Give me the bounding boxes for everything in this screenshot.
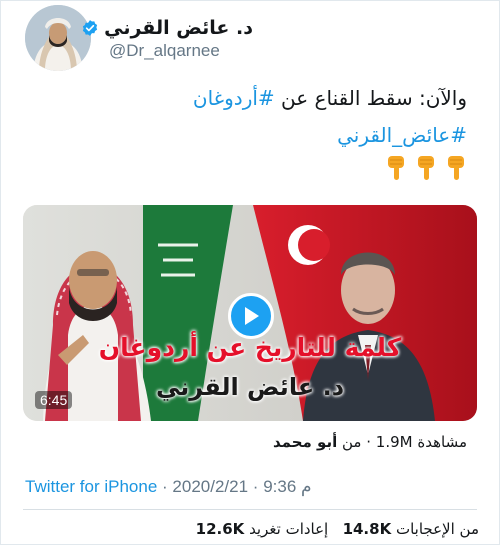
- backhand-index-pointing-down-icon: [418, 156, 434, 180]
- verified-badge-icon: [83, 20, 98, 36]
- divider: [23, 509, 477, 510]
- tweet-date[interactable]: 2020/2/21: [172, 477, 248, 496]
- play-icon: [245, 307, 259, 325]
- emoji-row: [385, 154, 467, 182]
- tweet-text-line-1: والآن: سقط القناع عن #أردوغان: [193, 86, 467, 110]
- tweet-card: د. عائض القرني @Dr_alqarnee والآن: سقط ا…: [0, 0, 500, 545]
- video-duration: 6:45: [35, 391, 73, 409]
- separator-dot: ·: [252, 477, 259, 496]
- likes-label: من الإعجابات: [395, 520, 479, 538]
- display-name[interactable]: د. عائض القرني: [104, 17, 253, 39]
- tweet-time[interactable]: 9:36 م: [263, 477, 311, 496]
- tweet-text-line-2: #عائض_القرني: [337, 123, 467, 147]
- separator-dot: ·: [162, 477, 168, 496]
- likes-count: 14.8K: [342, 520, 392, 538]
- source-link[interactable]: Twitter for iPhone: [25, 477, 157, 496]
- video-caption-name: د. عائض القرني: [155, 373, 345, 401]
- video-player[interactable]: كلمة للتاريخ عن أردوغان د. عائض القرني 6…: [23, 205, 477, 421]
- views-line: مشاهدة 1.9M · من أبو محمد: [273, 433, 467, 451]
- hashtag-link[interactable]: #عائض_القرني: [337, 123, 467, 147]
- backhand-index-pointing-down-icon: [388, 156, 404, 180]
- retweets-count: 12.6K: [195, 520, 245, 538]
- from-label: · من: [342, 433, 372, 451]
- retweets-label: إعادات تغريد: [249, 520, 329, 538]
- hashtag-link[interactable]: #أردوغان: [193, 86, 275, 110]
- view-count: مشاهدة 1.9M: [375, 433, 467, 451]
- engagement-stats: من الإعجابات 14.8K إعادات تغريد 12.6K: [196, 520, 479, 538]
- likes-stat[interactable]: من الإعجابات 14.8K: [338, 520, 479, 538]
- tweet-timestamp-row: Twitter for iPhone · 2020/2/21 · 9:36 م: [25, 477, 312, 497]
- video-author-link[interactable]: أبو محمد: [273, 433, 337, 451]
- tweet-text: والآن: سقط القناع عن: [281, 86, 467, 110]
- user-name-row[interactable]: د. عائض القرني: [81, 15, 253, 41]
- retweets-stat[interactable]: إعادات تغريد 12.6K: [196, 520, 329, 538]
- user-handle[interactable]: @Dr_alqarnee: [109, 41, 220, 61]
- backhand-index-pointing-down-icon: [448, 156, 464, 180]
- video-caption-title: كلمة للتاريخ عن أردوغان: [98, 333, 402, 362]
